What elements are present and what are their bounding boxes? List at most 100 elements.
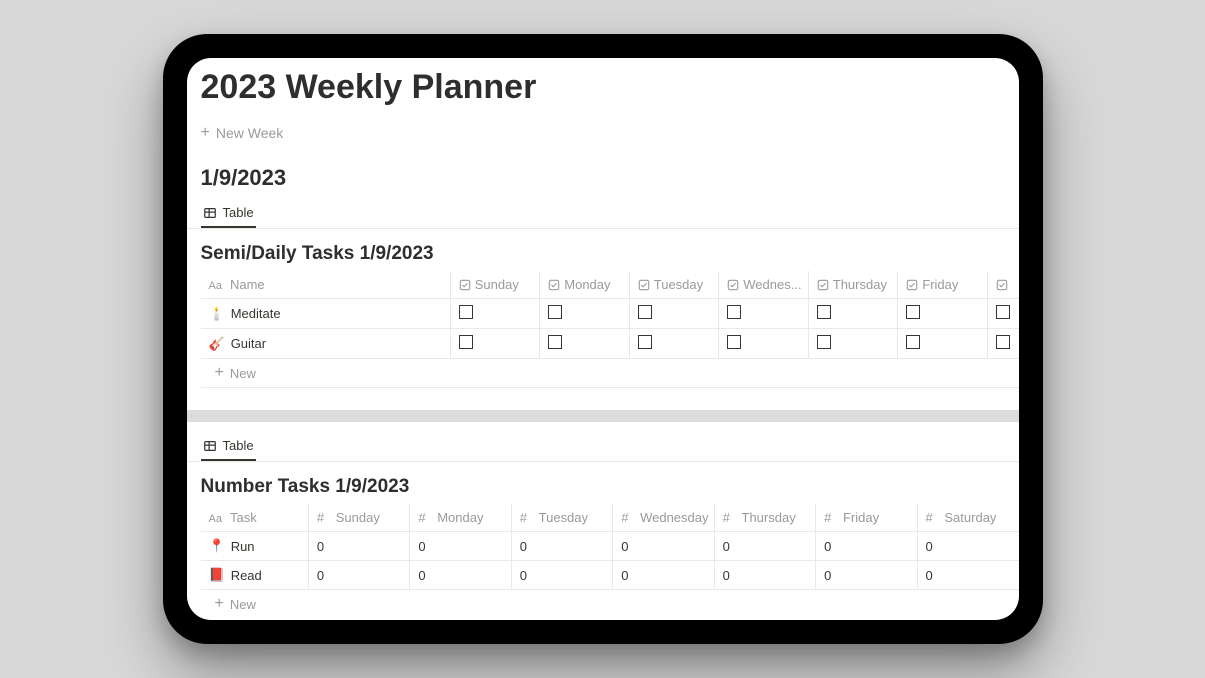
column-header-tuesday[interactable]: Tuesday bbox=[629, 271, 719, 299]
row-emoji-icon: 📍 bbox=[209, 538, 225, 554]
checkbox[interactable] bbox=[638, 335, 652, 349]
checkbox-property-icon bbox=[817, 279, 829, 291]
number-cell[interactable]: 0 bbox=[410, 532, 511, 561]
number-cell[interactable]: 0 bbox=[917, 561, 1018, 590]
checkbox[interactable] bbox=[817, 305, 831, 319]
row-emoji-icon: 🕯️ bbox=[209, 306, 225, 322]
screen: 2023 Weekly Planner + New Week 1/9/2023 … bbox=[187, 58, 1019, 620]
number-property-icon: # bbox=[723, 510, 730, 525]
column-header-wednesday[interactable]: # Wednesday bbox=[613, 504, 714, 532]
daily-tasks-table-wrap: Name Sunday Monday Tuesday Wednes... Thu… bbox=[187, 271, 1019, 388]
tablet-device-frame: 2023 Weekly Planner + New Week 1/9/2023 … bbox=[163, 34, 1043, 644]
checkbox[interactable] bbox=[459, 305, 473, 319]
column-header-sunday[interactable]: Sunday bbox=[450, 271, 540, 299]
column-header-monday[interactable]: Monday bbox=[540, 271, 630, 299]
column-header-thursday[interactable]: Thursday bbox=[808, 271, 898, 299]
column-header-task[interactable]: Task bbox=[201, 504, 309, 532]
checkbox[interactable] bbox=[817, 335, 831, 349]
row-name-text: Guitar bbox=[231, 336, 266, 351]
row-emoji-icon: 📕 bbox=[209, 567, 225, 583]
table-icon bbox=[203, 206, 217, 220]
number-cell[interactable]: 0 bbox=[511, 532, 612, 561]
row-name-text: Meditate bbox=[231, 306, 281, 321]
checkbox[interactable] bbox=[996, 335, 1010, 349]
checkbox[interactable] bbox=[727, 305, 741, 319]
section-divider bbox=[187, 410, 1019, 422]
column-header-thursday[interactable]: # Thursday bbox=[714, 504, 815, 532]
text-property-icon bbox=[209, 510, 226, 525]
table-view-tab[interactable]: Table bbox=[201, 199, 256, 228]
number-cell[interactable]: 0 bbox=[308, 561, 409, 590]
number-cell[interactable]: 0 bbox=[917, 532, 1018, 561]
checkbox[interactable] bbox=[459, 335, 473, 349]
number-cell[interactable]: 0 bbox=[410, 561, 511, 590]
number-tasks-table: Task # Sunday # Monday # Tuesday # Wedne… bbox=[201, 504, 1019, 590]
table-row[interactable]: 🎸 Guitar bbox=[201, 329, 1019, 359]
new-week-button[interactable]: + New Week bbox=[187, 121, 1019, 159]
column-header-wednesday[interactable]: Wednes... bbox=[719, 271, 809, 299]
column-header-monday[interactable]: # Monday bbox=[410, 504, 511, 532]
daily-tasks-heading: Semi/Daily Tasks 1/9/2023 bbox=[187, 229, 1019, 271]
table-icon bbox=[203, 439, 217, 453]
checkbox-property-icon bbox=[996, 279, 1008, 291]
table-row[interactable]: 📍Run0000000 bbox=[201, 532, 1019, 561]
number-cell[interactable]: 0 bbox=[613, 561, 714, 590]
new-week-label: New Week bbox=[216, 125, 283, 141]
column-header-saturday[interactable]: # Saturday bbox=[917, 504, 1018, 532]
number-cell[interactable]: 0 bbox=[511, 561, 612, 590]
row-emoji-icon: 🎸 bbox=[209, 336, 225, 352]
checkbox-property-icon bbox=[459, 279, 471, 291]
number-property-icon: # bbox=[926, 510, 933, 525]
checkbox[interactable] bbox=[906, 335, 920, 349]
checkbox-property-icon bbox=[638, 279, 650, 291]
daily-tasks-table: Name Sunday Monday Tuesday Wednes... Thu… bbox=[201, 271, 1019, 359]
row-name-text: Run bbox=[231, 539, 255, 554]
table-tab-label: Table bbox=[223, 205, 254, 220]
date-heading: 1/9/2023 bbox=[187, 159, 1019, 199]
number-tasks-table-wrap: Task # Sunday # Monday # Tuesday # Wedne… bbox=[187, 504, 1019, 618]
number-cell[interactable]: 0 bbox=[816, 561, 917, 590]
new-row-label: New bbox=[230, 366, 256, 381]
number-cell[interactable]: 0 bbox=[308, 532, 409, 561]
view-tabs-number: Table bbox=[187, 432, 1019, 462]
number-property-icon: # bbox=[621, 510, 628, 525]
plus-icon: + bbox=[215, 365, 224, 381]
number-property-icon: # bbox=[520, 510, 527, 525]
number-header-row: Task # Sunday # Monday # Tuesday # Wedne… bbox=[201, 504, 1019, 532]
daily-header-row: Name Sunday Monday Tuesday Wednes... Thu… bbox=[201, 271, 1019, 299]
daily-new-row-button[interactable]: + New bbox=[201, 359, 1019, 388]
column-header-overflow[interactable] bbox=[987, 271, 1018, 299]
column-header-friday[interactable]: # Friday bbox=[816, 504, 917, 532]
number-cell[interactable]: 0 bbox=[613, 532, 714, 561]
page-title: 2023 Weekly Planner bbox=[187, 68, 1019, 121]
column-header-name[interactable]: Name bbox=[201, 271, 451, 299]
view-tabs-daily: Table bbox=[187, 199, 1019, 229]
table-row[interactable]: 🕯️ Meditate bbox=[201, 299, 1019, 329]
number-property-icon: # bbox=[317, 510, 324, 525]
text-property-icon bbox=[209, 277, 226, 292]
table-row[interactable]: 📕Read0000000 bbox=[201, 561, 1019, 590]
column-header-friday[interactable]: Friday bbox=[898, 271, 988, 299]
table-tab-label: Table bbox=[223, 438, 254, 453]
checkbox[interactable] bbox=[548, 335, 562, 349]
plus-icon: + bbox=[215, 596, 224, 612]
table-view-tab[interactable]: Table bbox=[201, 432, 256, 461]
checkbox[interactable] bbox=[638, 305, 652, 319]
number-property-icon: # bbox=[418, 510, 425, 525]
number-cell[interactable]: 0 bbox=[816, 532, 917, 561]
checkbox[interactable] bbox=[548, 305, 562, 319]
number-tasks-heading: Number Tasks 1/9/2023 bbox=[187, 462, 1019, 504]
number-cell[interactable]: 0 bbox=[714, 561, 815, 590]
number-cell[interactable]: 0 bbox=[714, 532, 815, 561]
new-row-label: New bbox=[230, 597, 256, 612]
column-header-tuesday[interactable]: # Tuesday bbox=[511, 504, 612, 532]
checkbox[interactable] bbox=[906, 305, 920, 319]
number-new-row-button[interactable]: + New bbox=[201, 590, 1019, 618]
checkbox[interactable] bbox=[727, 335, 741, 349]
checkbox[interactable] bbox=[996, 305, 1010, 319]
checkbox-property-icon bbox=[906, 279, 918, 291]
checkbox-property-icon bbox=[548, 279, 560, 291]
checkbox-property-icon bbox=[727, 279, 739, 291]
column-header-sunday[interactable]: # Sunday bbox=[308, 504, 409, 532]
number-property-icon: # bbox=[824, 510, 831, 525]
